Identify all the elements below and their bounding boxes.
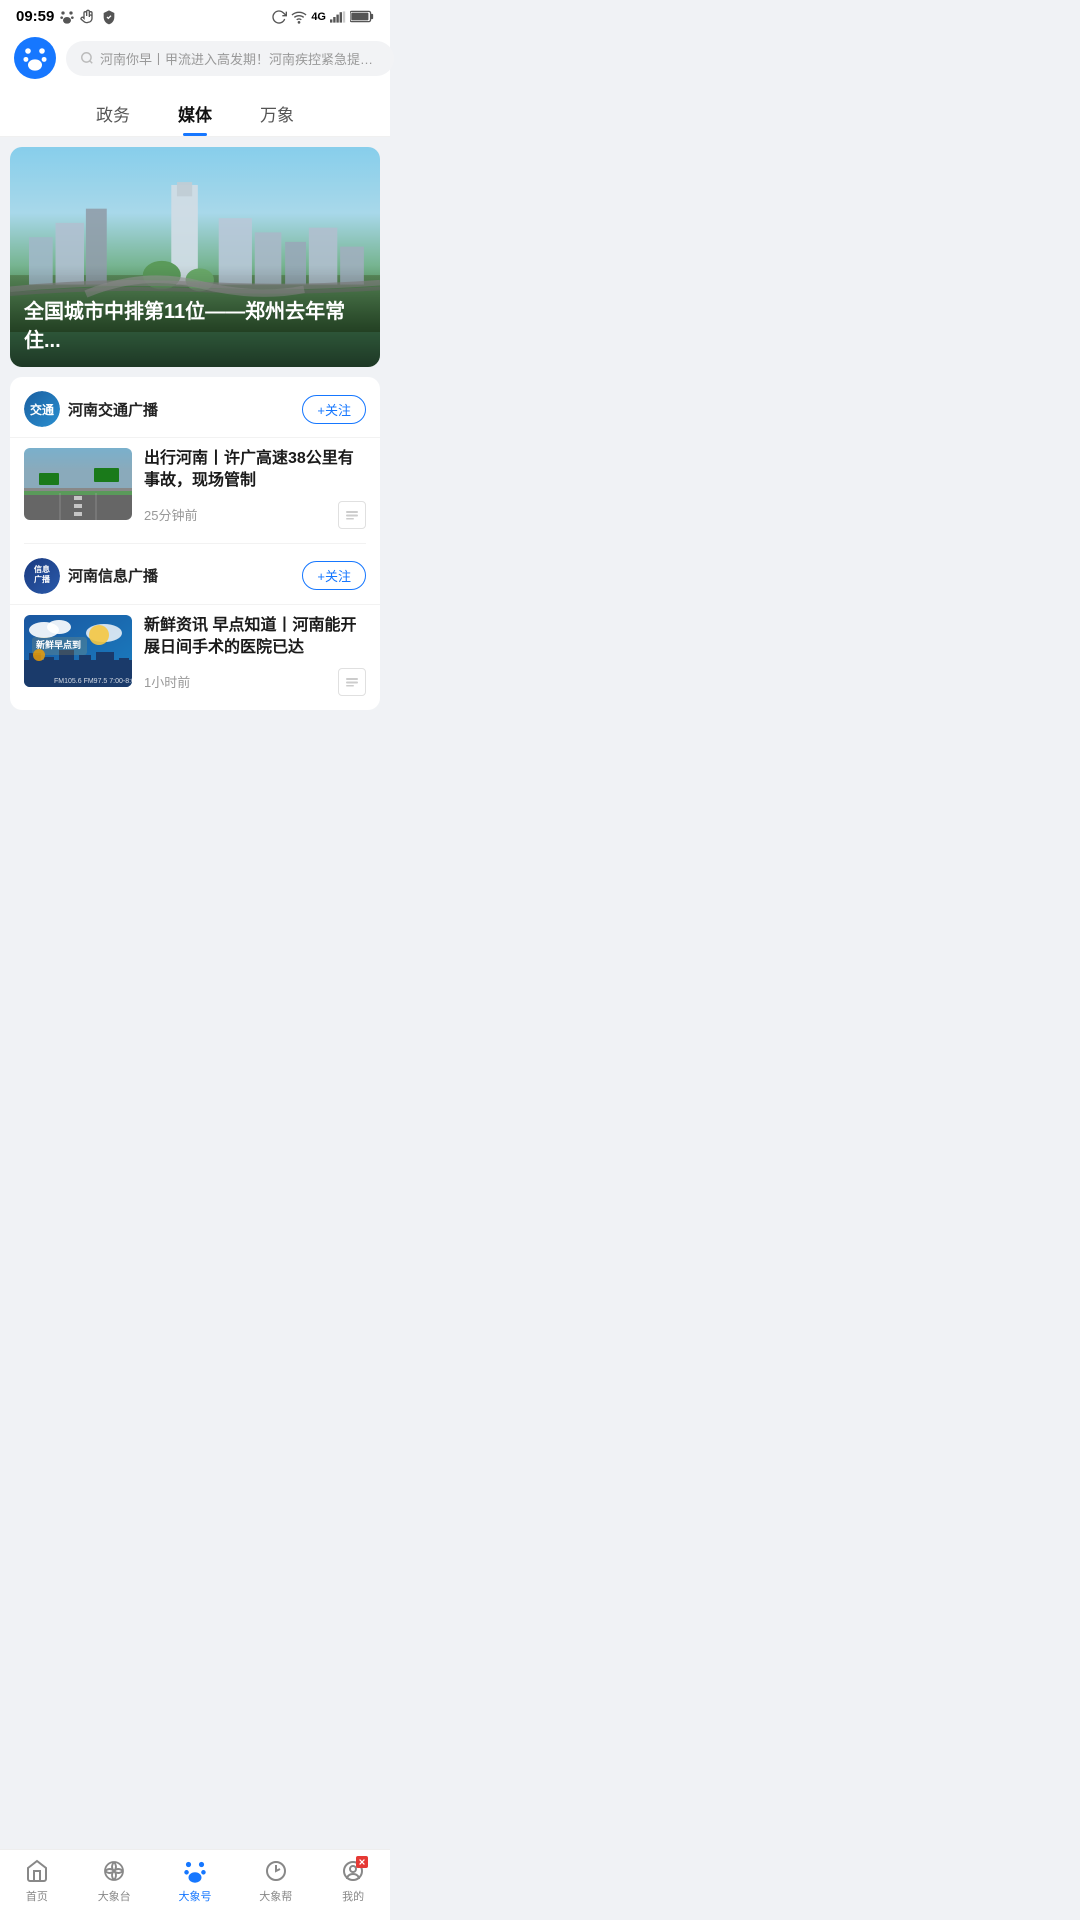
rotation-icon bbox=[271, 9, 287, 25]
daxiangtai-nav-icon bbox=[101, 1858, 127, 1884]
news-content-traffic: 出行河南丨许广高速38公里有事故，现场管制 25分钟前 bbox=[144, 448, 366, 529]
road-thumbnail bbox=[24, 448, 132, 520]
follow-btn-traffic[interactable]: +关注 bbox=[302, 395, 366, 424]
channel-header-traffic: 交通 河南交通广播 +关注 bbox=[10, 377, 380, 437]
header: 河南你早丨甲流进入高发期！河南疾控紧急提醒；... bbox=[0, 29, 390, 89]
channel-card-traffic: 交通 河南交通广播 +关注 bbox=[10, 377, 380, 710]
search-icon bbox=[80, 51, 94, 65]
hero-banner[interactable]: 全国城市中排第11位——郑州去年常住... bbox=[10, 147, 380, 367]
search-bar[interactable]: 河南你早丨甲流进入高发期！河南疾控紧急提醒；... bbox=[66, 41, 394, 76]
network-type: 4G bbox=[311, 11, 326, 23]
follow-btn-info[interactable]: +关注 bbox=[302, 561, 366, 590]
hero-caption: 全国城市中排第11位——郑州去年常住... bbox=[10, 265, 380, 367]
tab-wanxiang[interactable]: 万象 bbox=[256, 95, 298, 136]
daxiangtai-nav-label: 大象台 bbox=[98, 1888, 131, 1904]
tab-zhengwu[interactable]: 政务 bbox=[92, 95, 134, 136]
battery-icon bbox=[350, 10, 374, 23]
wifi-icon bbox=[291, 9, 307, 25]
svg-text:广播: 广播 bbox=[34, 574, 51, 584]
nav-item-daxiangbang[interactable]: 大象帮 bbox=[259, 1858, 292, 1904]
news-thumb-traffic bbox=[24, 448, 132, 520]
app-logo-icon bbox=[21, 44, 49, 72]
hero-caption-text: 全国城市中排第11位——郑州去年常住... bbox=[24, 301, 345, 352]
daxianghao-nav-icon bbox=[182, 1858, 208, 1884]
mine-nav-icon bbox=[340, 1858, 366, 1884]
daxianghao-nav-label: 大象号 bbox=[178, 1888, 211, 1904]
news-title-info: 新鲜资讯 早点知道丨河南能开展日间手术的医院已达 bbox=[144, 615, 366, 660]
hand-icon bbox=[80, 9, 96, 25]
news-meta-traffic: 25分钟前 bbox=[144, 501, 366, 529]
home-nav-label: 首页 bbox=[26, 1888, 48, 1904]
channel-logo-info: 信息 广播 bbox=[24, 558, 60, 594]
nav-item-daxiangtai[interactable]: 大象台 bbox=[98, 1858, 131, 1904]
nav-item-home[interactable]: 首页 bbox=[24, 1858, 50, 1904]
daxiangbang-nav-icon bbox=[263, 1858, 289, 1884]
home-nav-icon bbox=[24, 1858, 50, 1884]
news-content-info: 新鲜资讯 早点知道丨河南能开展日间手术的医院已达 1小时前 bbox=[144, 615, 366, 696]
news-item-info[interactable]: 新鲜早点到 FM105.6 FM97.5 7:00-8:00 新鲜资讯 早点知道… bbox=[10, 604, 380, 710]
paw-icon bbox=[59, 9, 75, 25]
news-time-traffic: 25分钟前 bbox=[144, 505, 197, 524]
svg-text:交通: 交通 bbox=[30, 402, 54, 417]
channel-header-info: 信息 广播 河南信息广播 +关注 bbox=[10, 544, 380, 604]
status-left: 09:59 bbox=[16, 8, 117, 25]
status-bar: 09:59 4G bbox=[0, 0, 390, 29]
search-placeholder: 河南你早丨甲流进入高发期！河南疾控紧急提醒；... bbox=[100, 49, 380, 68]
tab-meiti[interactable]: 媒体 bbox=[174, 95, 216, 136]
more-dots-icon-2 bbox=[345, 677, 359, 687]
status-right: 4G bbox=[271, 9, 374, 25]
news-thumb-info: 新鲜早点到 FM105.6 FM97.5 7:00-8:00 bbox=[24, 615, 132, 687]
main-content: 全国城市中排第11位——郑州去年常住... 交通 河南交通广播 bbox=[0, 147, 390, 800]
svg-text:新鲜早点到: 新鲜早点到 bbox=[36, 639, 81, 650]
channel-name-traffic: 河南交通广播 bbox=[68, 399, 302, 420]
bottom-navigation: 首页 大象台 大象号 bbox=[0, 1849, 390, 1920]
svg-text:信息: 信息 bbox=[34, 564, 50, 574]
app-logo[interactable] bbox=[14, 37, 56, 79]
news-meta-info: 1小时前 bbox=[144, 668, 366, 696]
mine-nav-label: 我的 bbox=[342, 1888, 364, 1904]
news-title-traffic: 出行河南丨许广高速38公里有事故，现场管制 bbox=[144, 448, 366, 493]
nav-item-mine[interactable]: 我的 bbox=[340, 1858, 366, 1904]
channel-logo-traffic: 交通 bbox=[24, 391, 60, 427]
mine-badge bbox=[356, 1856, 368, 1868]
channel-name-info: 河南信息广播 bbox=[68, 565, 302, 586]
status-time: 09:59 bbox=[16, 8, 54, 25]
signal-icon bbox=[330, 11, 346, 23]
tabs-container: 政务 媒体 万象 bbox=[0, 89, 390, 137]
more-icon-info[interactable] bbox=[338, 668, 366, 696]
news-item-traffic[interactable]: 出行河南丨许广高速38公里有事故，现场管制 25分钟前 bbox=[10, 437, 380, 543]
shield-icon bbox=[101, 9, 117, 25]
news-time-info: 1小时前 bbox=[144, 672, 190, 691]
more-icon-traffic[interactable] bbox=[338, 501, 366, 529]
daxiangbang-nav-label: 大象帮 bbox=[259, 1888, 292, 1904]
fresh-news-thumbnail: 新鲜早点到 FM105.6 FM97.5 7:00-8:00 bbox=[24, 615, 132, 687]
more-dots-icon bbox=[345, 510, 359, 520]
svg-text:FM105.6 FM97.5 7:00-8:00: FM105.6 FM97.5 7:00-8:00 bbox=[54, 678, 132, 685]
nav-item-daxianghao[interactable]: 大象号 bbox=[178, 1858, 211, 1904]
